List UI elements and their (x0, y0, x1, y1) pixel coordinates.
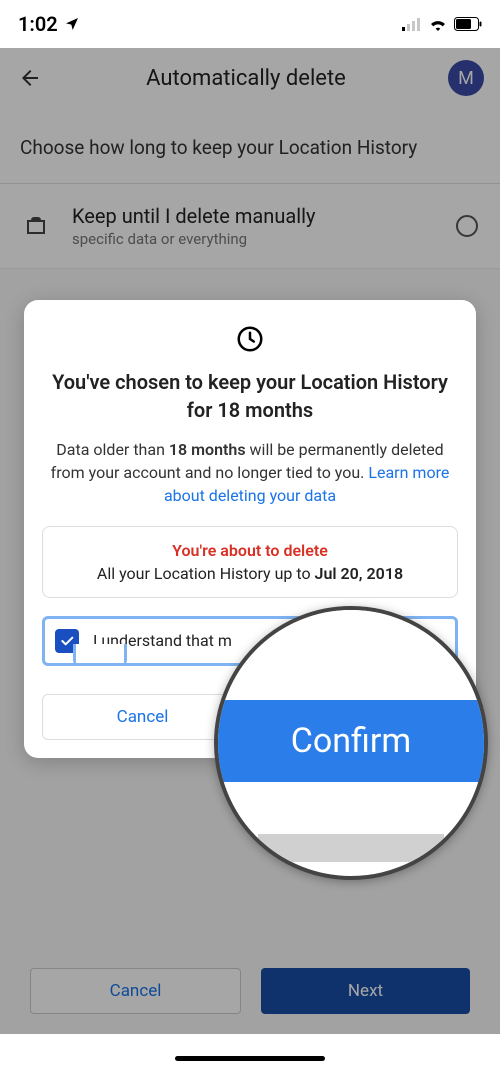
magnified-confirm-button[interactable]: Confirm (218, 700, 484, 782)
wifi-icon (428, 17, 448, 31)
dialog-title: You've chosen to keep your Location Hist… (42, 368, 458, 424)
location-arrow-icon (64, 16, 80, 32)
clock-time: 1:02 (18, 12, 58, 36)
warning-box: You're about to delete All your Location… (42, 526, 458, 598)
dialog-cancel-button[interactable]: Cancel (42, 694, 243, 740)
warning-heading: You're about to delete (53, 541, 447, 560)
dialog-body: Data older than 18 months will be perman… (42, 438, 458, 508)
clock-icon (235, 324, 265, 354)
home-indicator-area (0, 1034, 500, 1082)
cell-signal-icon (402, 17, 422, 31)
home-indicator[interactable] (175, 1056, 325, 1061)
magnifier-lens: Confirm (214, 606, 488, 880)
status-bar: 1:02 (0, 0, 500, 48)
battery-icon (454, 17, 482, 31)
